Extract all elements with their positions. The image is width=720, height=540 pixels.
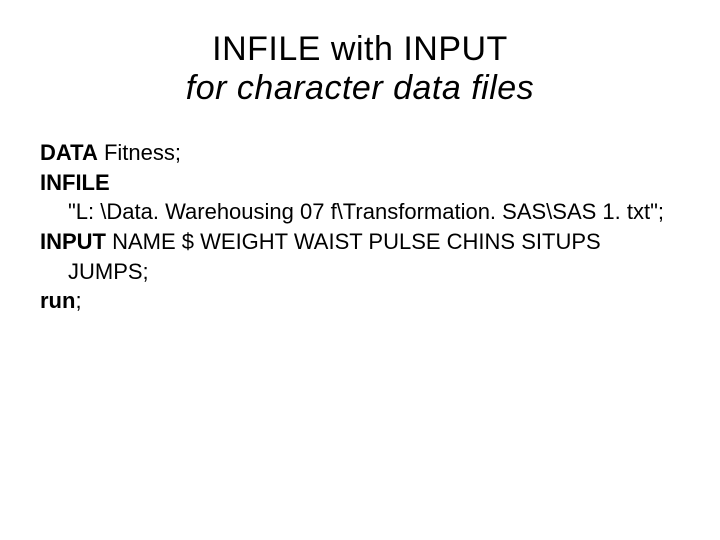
code-line-input: INPUT NAME $ WEIGHT WAIST PULSE CHINS SI… [40, 227, 680, 257]
keyword-input: INPUT [40, 229, 106, 254]
keyword-run: run [40, 288, 75, 313]
keyword-infile: INFILE [40, 170, 110, 195]
code-line-run: run; [40, 286, 680, 316]
code-line-data: DATA Fitness; [40, 138, 680, 168]
code-line-infile: INFILE [40, 168, 680, 198]
code-text-run-semi: ; [75, 288, 81, 313]
title-line-1: INFILE with INPUT [40, 30, 680, 69]
code-text-data-rest: Fitness; [98, 140, 181, 165]
slide-title: INFILE with INPUT for character data fil… [40, 30, 680, 108]
code-line-input-cont: JUMPS; [40, 257, 680, 287]
code-line-infile-path: "L: \Data. Warehousing 07 f\Transformati… [40, 197, 680, 227]
code-block: DATA Fitness; INFILE "L: \Data. Warehous… [40, 138, 680, 316]
keyword-data: DATA [40, 140, 98, 165]
title-line-2: for character data files [40, 69, 680, 108]
code-text-input-rest: NAME $ WEIGHT WAIST PULSE CHINS SITUPS [106, 229, 601, 254]
